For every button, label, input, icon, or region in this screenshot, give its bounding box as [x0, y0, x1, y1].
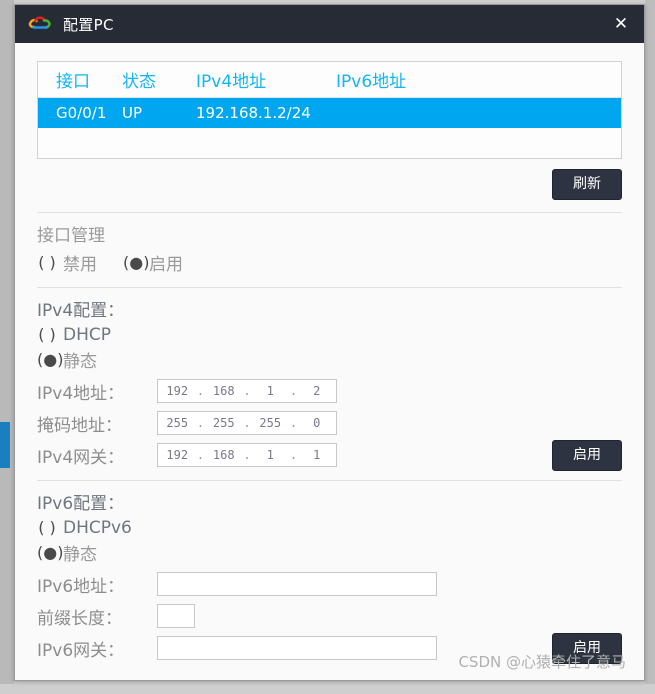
ipv4-gateway-octet-2[interactable]: 168 — [205, 448, 244, 462]
cloud-logo-icon — [28, 16, 51, 29]
radio-unselected-icon: ( ) — [38, 252, 56, 272]
dialog-body: 接口 状态 IPv4地址 IPv6地址 G0/0/1 UP 192.168.1.… — [15, 43, 644, 664]
dialog-title: 配置PC — [63, 15, 114, 34]
watermark-text: CSDN @心猿牵住了意马 — [458, 653, 626, 671]
radio-unselected-icon: ( ) — [38, 518, 56, 538]
ip-separator-dot: . — [196, 384, 205, 399]
refresh-button-row: 刷新 — [37, 169, 622, 200]
divider-above-ipv4 — [37, 286, 622, 288]
ipv4-mask-row: 掩码地址： 255 . 255 . 255 . 0 — [37, 411, 622, 436]
radio-label-ipv6-static: 静态 — [63, 544, 97, 565]
ipv6-prefix-input[interactable] — [157, 604, 195, 629]
ipv4-gateway-row: IPv4网关： 192 . 168 . 1 . 1 启用 — [37, 439, 622, 471]
ipv4-address-octet-4[interactable]: 2 — [298, 384, 337, 398]
refresh-button[interactable]: 刷新 — [552, 169, 622, 200]
radio-selected-icon: (●) — [123, 252, 150, 272]
ipv6-section-title: IPv6配置： — [37, 493, 125, 514]
ip-separator-dot: . — [243, 384, 251, 399]
interface-table: 接口 状态 IPv4地址 IPv6地址 G0/0/1 UP 192.168.1.… — [37, 61, 622, 159]
ipv6-mode-static-row: (●) 静态 — [37, 540, 622, 565]
ip-separator-dot: . — [243, 416, 251, 431]
radio-unselected-icon: ( ) — [38, 325, 56, 345]
ipv4-address-row: IPv4地址： 192 . 168 . 1 . 2 — [37, 379, 622, 404]
ipv6-mode-dhcpv6-row: ( ) DHCPv6 — [37, 518, 622, 538]
ipv4-mask-octet-4[interactable]: 0 — [298, 416, 337, 430]
ipv4-address-octet-1[interactable]: 192 — [158, 384, 197, 398]
screenshot-root: 配置PC ✕ 接口 状态 IPv4地址 IPv6地址 G0/0/1 UP 192… — [0, 0, 655, 694]
radio-label-ipv6-dhcpv6: DHCPv6 — [63, 517, 132, 538]
column-header-ipv6: IPv6地址 — [336, 72, 407, 92]
background-app-right-strip — [645, 0, 655, 694]
ipv4-mode-static-row: (●) 静态 — [37, 347, 622, 372]
ipv4-mode-dhcp-row: ( ) DHCP — [37, 325, 622, 345]
background-app-tab-marker — [0, 422, 10, 468]
interface-mgmt-title: 接口管理 — [37, 225, 105, 246]
ipv4-address-octet-3[interactable]: 1 — [251, 384, 290, 398]
table-empty-row — [38, 128, 621, 158]
cell-interface: G0/0/1 — [56, 104, 107, 122]
radio-selected-icon: (●) — [37, 349, 64, 369]
ipv4-address-octet-2[interactable]: 168 — [205, 384, 244, 398]
radio-label-ipv4-dhcp: DHCP — [63, 324, 111, 345]
close-icon[interactable]: ✕ — [598, 5, 644, 43]
cell-ipv4: 192.168.1.2/24 — [196, 104, 311, 122]
configure-pc-dialog: 配置PC ✕ 接口 状态 IPv4地址 IPv6地址 G0/0/1 UP 192… — [14, 4, 645, 681]
cell-state: UP — [122, 104, 143, 122]
divider-above-ipv6 — [37, 479, 622, 481]
ipv4-mask-label: 掩码地址： — [37, 415, 122, 436]
ipv4-gateway-octet-1[interactable]: 192 — [158, 448, 197, 462]
radio-ipv4-static[interactable]: (●) 静态 — [37, 347, 97, 372]
ipv4-apply-button[interactable]: 启用 — [552, 439, 622, 471]
background-app-bottom-strip — [0, 684, 655, 694]
table-row[interactable]: G0/0/1 UP 192.168.1.2/24 — [38, 98, 621, 128]
ipv4-mask-octet-1[interactable]: 255 — [158, 416, 197, 430]
radio-interface-disable[interactable]: ( ) 禁用 — [37, 250, 97, 275]
ip-separator-dot: . — [196, 416, 205, 431]
column-header-ipv4: IPv4地址 — [196, 72, 267, 92]
radio-ipv6-static[interactable]: (●) 静态 — [37, 540, 97, 565]
ipv6-prefix-label: 前缀长度： — [37, 608, 122, 629]
ipv4-mask-octet-3[interactable]: 255 — [251, 416, 290, 430]
ipv6-address-input[interactable] — [157, 572, 437, 597]
dialog-titlebar: 配置PC ✕ — [15, 5, 644, 43]
ipv4-address-input[interactable]: 192 . 168 . 1 . 2 — [157, 379, 337, 404]
ip-separator-dot: . — [196, 448, 205, 463]
ipv6-gateway-label: IPv6网关： — [37, 640, 125, 661]
ipv4-gateway-octet-4[interactable]: 1 — [298, 448, 337, 462]
background-app-left-strip — [0, 0, 14, 694]
ipv6-gateway-input[interactable] — [157, 636, 437, 661]
radio-interface-enable[interactable]: (●) 启用 — [123, 250, 183, 275]
divider-above-interface-mgmt — [37, 211, 622, 213]
radio-ipv6-dhcpv6[interactable]: ( ) DHCPv6 — [37, 518, 132, 538]
radio-label-disable: 禁用 — [63, 254, 97, 275]
ipv4-mask-octet-2[interactable]: 255 — [205, 416, 244, 430]
ipv4-gateway-octet-3[interactable]: 1 — [251, 448, 290, 462]
ipv4-gateway-input[interactable]: 192 . 168 . 1 . 1 — [157, 443, 337, 468]
ip-separator-dot: . — [289, 384, 298, 399]
interface-mgmt-radio-group: ( ) 禁用 (●) 启用 — [37, 250, 622, 275]
ipv4-section-title: IPv4配置： — [37, 300, 125, 321]
radio-label-enable: 启用 — [149, 254, 183, 275]
interface-table-header: 接口 状态 IPv4地址 IPv6地址 — [38, 62, 621, 98]
ipv6-address-row: IPv6地址： — [37, 572, 622, 597]
ipv6-prefix-row: 前缀长度： — [37, 604, 622, 629]
ip-separator-dot: . — [289, 416, 298, 431]
radio-selected-icon: (●) — [37, 542, 64, 562]
ipv6-address-label: IPv6地址： — [37, 576, 125, 597]
ipv4-mask-input[interactable]: 255 . 255 . 255 . 0 — [157, 411, 337, 436]
column-header-interface: 接口 — [56, 72, 90, 92]
radio-label-ipv4-static: 静态 — [63, 351, 97, 372]
ipv4-gateway-label: IPv4网关： — [37, 447, 125, 468]
ip-separator-dot: . — [243, 448, 251, 463]
ip-separator-dot: . — [289, 448, 298, 463]
radio-ipv4-dhcp[interactable]: ( ) DHCP — [37, 325, 111, 345]
ipv4-address-label: IPv4地址： — [37, 383, 125, 404]
column-header-state: 状态 — [122, 72, 156, 92]
